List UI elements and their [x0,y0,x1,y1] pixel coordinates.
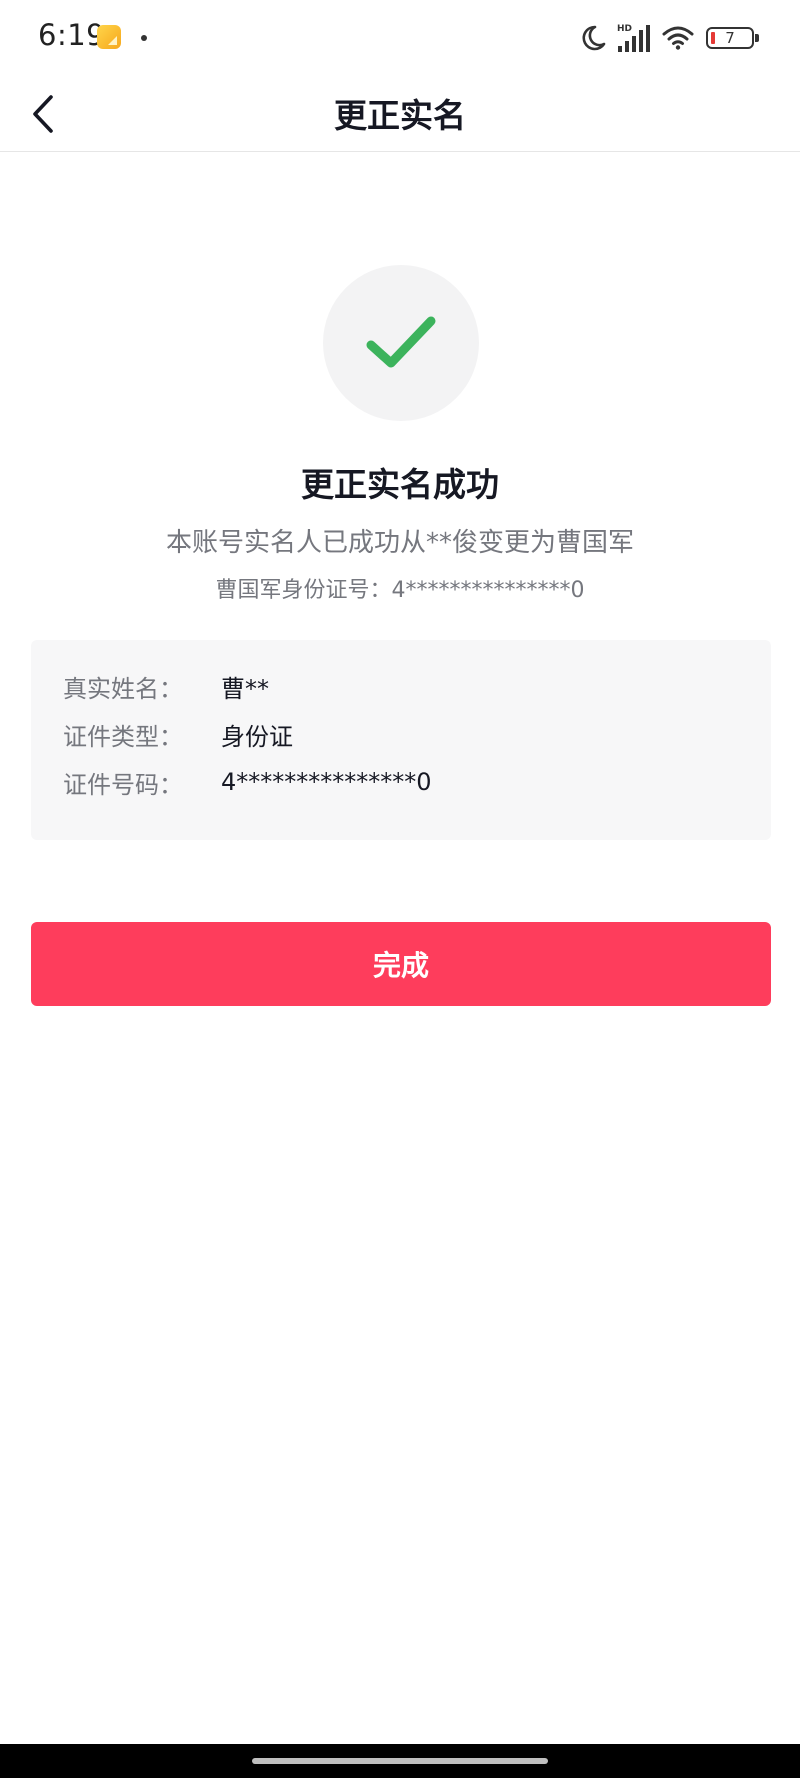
nav-bar: 更正实名 [0,76,800,152]
status-icons: HD 7 [580,20,759,56]
done-button[interactable]: 完成 [31,922,771,1006]
info-value: 身份证 [221,722,293,751]
signal-badge: HD [617,24,632,34]
identity-info-card: 真实姓名： 曹** 证件类型： 身份证 证件号码： 4*************… [31,640,771,840]
page-title: 更正实名 [334,96,466,135]
info-value: 曹** [221,674,269,703]
info-row-id-type: 证件类型： 身份证 [63,714,293,754]
check-icon [366,316,436,368]
wifi-icon [662,26,694,50]
dnd-moon-icon [582,25,606,51]
more-notifications-dot [141,35,147,41]
signal-icon: HD [617,24,650,52]
status-bar: 6:19 HD 7 [0,0,800,76]
id-number-line: 曹国军身份证号：4***************0 [215,578,585,603]
done-button-label: 完成 [372,949,429,982]
info-label: 证件号码： [63,770,183,799]
battery-level: 7 [725,29,735,47]
info-value: 4***************0 [221,768,432,796]
info-label: 真实姓名： [63,674,183,703]
success-title: 更正实名成功 [301,465,499,504]
success-description: 本账号实名人已成功从**俊变更为曹国军 [165,528,634,558]
system-gesture-area [0,1744,800,1778]
info-row-id-number: 证件号码： 4***************0 [63,762,432,802]
notification-app-icon [97,25,121,49]
screen: 6:19 HD 7 更正实名 更正实名成功 本账号实名人已成功从**俊变更为曹国… [0,0,800,1778]
info-label: 证件类型： [63,722,183,751]
battery-icon: 7 [706,27,759,49]
status-time: 6:19 [38,18,106,52]
info-row-name: 真实姓名： 曹** [63,666,269,706]
success-badge [323,265,479,421]
home-indicator[interactable] [252,1758,548,1764]
